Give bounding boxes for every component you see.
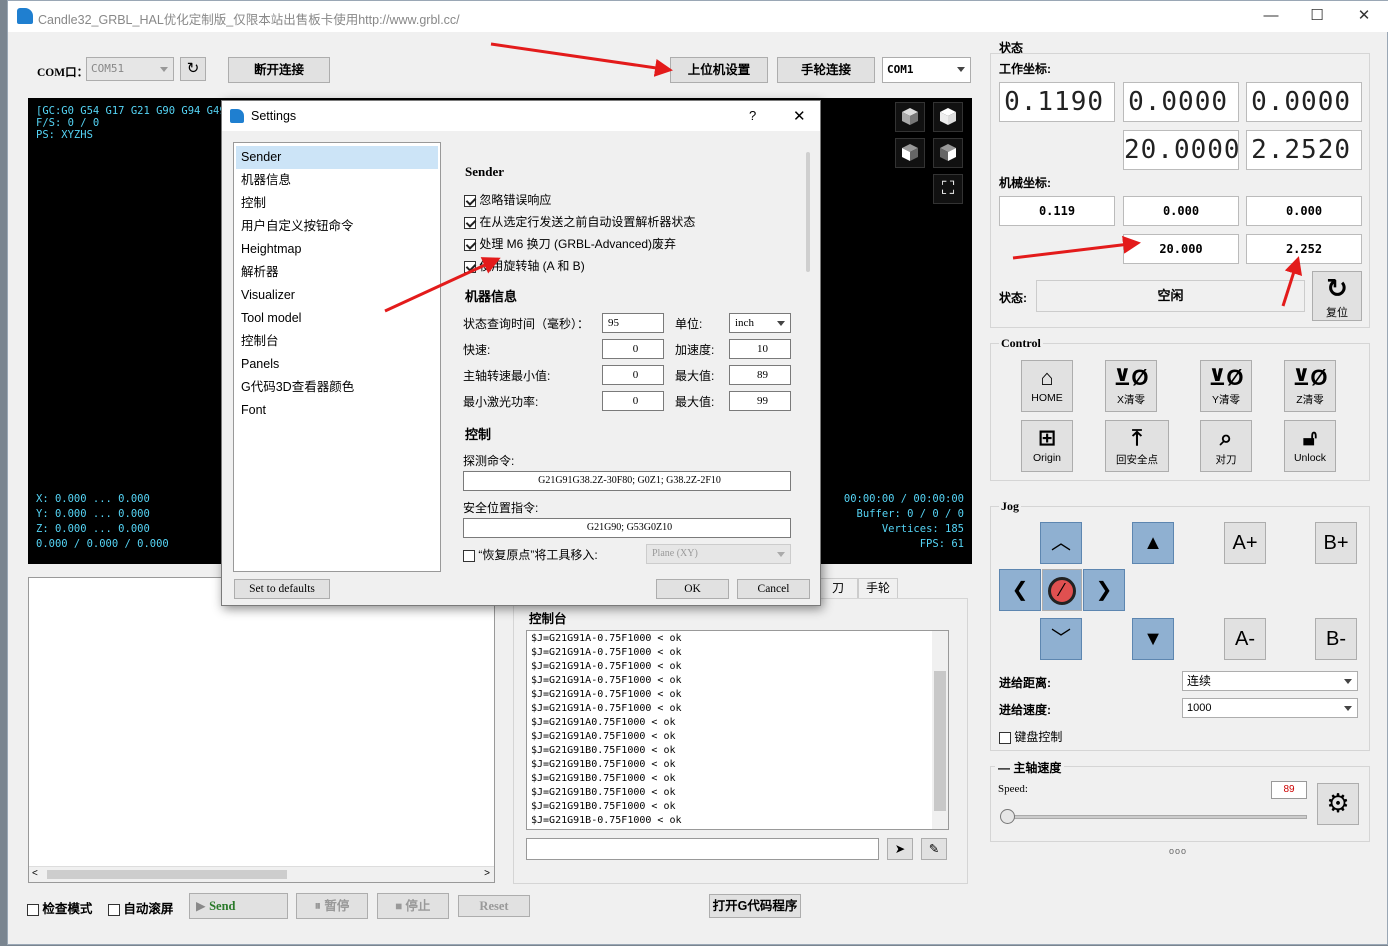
annotation-arrows — [384, 42, 1303, 313]
arrow-to-rotary-axis — [384, 257, 501, 313]
arrow-to-host-settings — [490, 42, 673, 77]
arrow-to-a-coord — [1012, 235, 1141, 260]
app-window: Candle32_GRBL_HAL优化定制版_仅限本站出售板卡使用http://… — [7, 0, 1388, 945]
arrow-to-b-coord — [1281, 256, 1303, 307]
